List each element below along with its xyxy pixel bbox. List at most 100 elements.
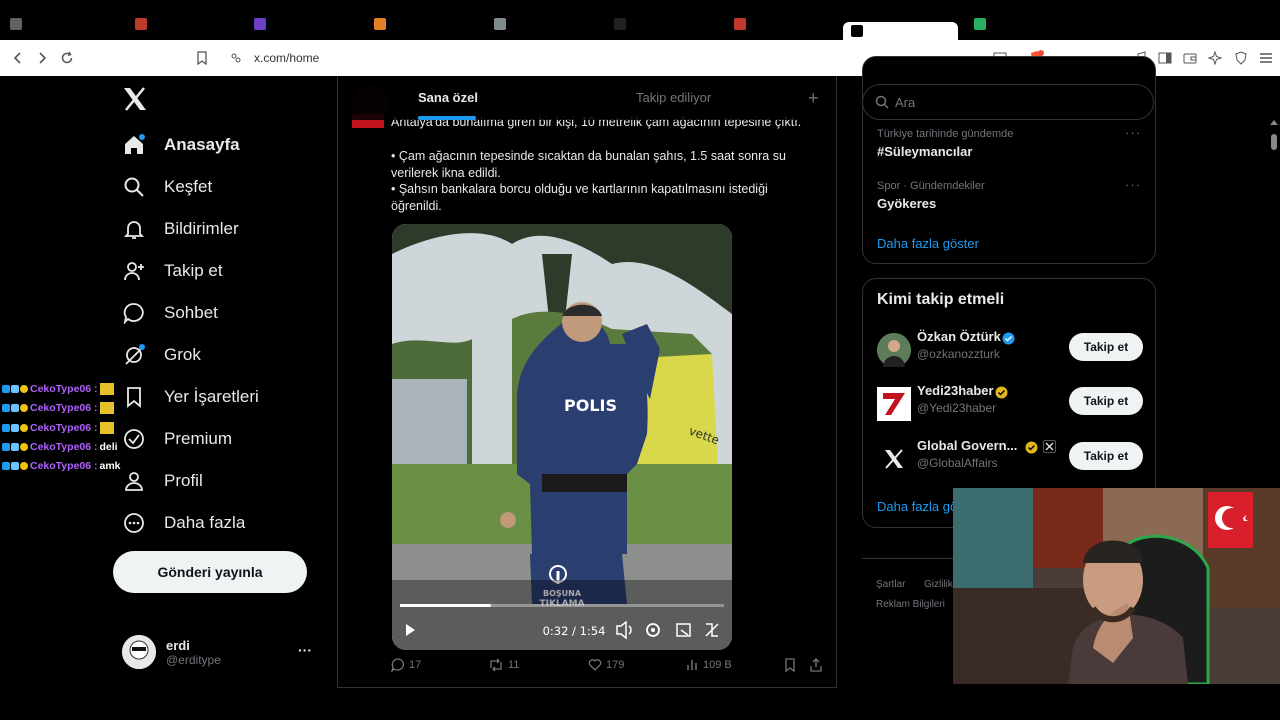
follow-button[interactable]: Takip et: [1069, 442, 1143, 470]
repost-button[interactable]: 11: [488, 658, 519, 672]
scroll-up-icon[interactable]: [1270, 120, 1278, 125]
chat-message: CekoType06 :: [2, 400, 114, 416]
nav-item-profile[interactable]: Profil: [122, 465, 203, 497]
bell-icon: [122, 218, 146, 240]
trend-name[interactable]: Gyökeres: [877, 196, 936, 211]
browser-tab[interactable]: [614, 14, 632, 34]
tweet-bullet: • Çam ağacının tepesinde sıcaktan da bun…: [391, 149, 786, 180]
nav-item-follow[interactable]: Takip et: [122, 255, 223, 287]
search-icon: [122, 176, 146, 198]
nav-item-chat[interactable]: Sohbet: [122, 297, 218, 329]
back-icon[interactable]: [8, 48, 28, 68]
reload-icon[interactable]: [57, 48, 77, 68]
tab-favicon-icon: [734, 18, 746, 30]
nav-item-more[interactable]: Daha fazla: [122, 507, 245, 539]
x-favicon-icon: [851, 25, 863, 37]
address-bar[interactable]: x.com/home: [254, 51, 319, 65]
chat-badges-icon: [2, 424, 28, 432]
follow-button[interactable]: Takip et: [1069, 387, 1143, 415]
trend-more-icon[interactable]: ···: [1125, 125, 1141, 140]
trend-more-icon[interactable]: ···: [1125, 177, 1141, 192]
nav-item-premium[interactable]: Premium: [122, 423, 232, 455]
bookmark-page-icon[interactable]: [192, 48, 212, 68]
wallet-icon[interactable]: [1180, 48, 1200, 68]
trend-category: Türkiye tarihinde gündemde: [877, 128, 1014, 140]
browser-tab-active[interactable]: [843, 22, 958, 40]
search-placeholder: Ara: [895, 94, 916, 110]
x-logo-icon[interactable]: [122, 86, 148, 118]
video-time: 0:32 / 1:54: [543, 624, 606, 638]
trend-name[interactable]: #Süleymancılar: [877, 144, 972, 159]
browser-tab[interactable]: [135, 14, 153, 34]
chat-badges-icon: [2, 385, 28, 393]
trend-category: Spor · Gündemdekiler: [877, 180, 985, 192]
add-tab-icon[interactable]: +: [808, 88, 819, 109]
avatar: [122, 635, 156, 669]
browser-tab[interactable]: [734, 14, 752, 34]
trends-show-more-link[interactable]: Daha fazla göster: [877, 236, 979, 251]
share-button[interactable]: [809, 658, 823, 672]
more-icon[interactable]: ···: [298, 642, 312, 658]
affiliate-x-badge-icon: [1043, 440, 1056, 453]
reply-button[interactable]: 17: [391, 658, 421, 672]
search-input[interactable]: Ara: [862, 84, 1154, 120]
follow-button[interactable]: Takip et: [1069, 333, 1143, 361]
profile-handle: @erditype: [166, 652, 221, 667]
nav-item-bookmarks[interactable]: Yer İşaretleri: [122, 381, 259, 413]
follow-suggestion[interactable]: Yedi23haber @Yedi23haber Takip et: [877, 383, 1143, 423]
post-button[interactable]: Gönderi yayınla: [113, 551, 307, 593]
site-settings-icon[interactable]: [226, 48, 246, 68]
like-button[interactable]: 179: [588, 658, 624, 672]
browser-tab[interactable]: [10, 14, 28, 34]
footer-privacy-link[interactable]: Gizlilik: [924, 579, 953, 590]
nav-item-explore[interactable]: Keşfet: [122, 171, 212, 203]
tab-for-you[interactable]: Sana özel: [418, 90, 478, 105]
tab-favicon-icon: [614, 18, 626, 30]
account-name: Özkan Öztürk: [917, 329, 1001, 344]
heart-icon: [588, 659, 602, 671]
browser-tab[interactable]: [974, 14, 992, 34]
footer-terms-link[interactable]: Şartlar: [876, 579, 905, 590]
search-icon: [875, 95, 889, 109]
tab-following[interactable]: Takip ediliyor: [636, 90, 711, 105]
follow-suggestion[interactable]: Global Govern... @GlobalAffairs Takip et: [877, 438, 1143, 478]
timeline: Antalya'da bunalıma giren bir kişi, 10 m…: [337, 76, 837, 688]
follow-suggestion[interactable]: Özkan Öztürk @ozkanozzturk Takip et: [877, 329, 1143, 369]
account-handle: @ozkanozzturk: [917, 347, 1000, 361]
bookmark-icon: [785, 658, 795, 672]
nav-item-home[interactable]: Anasayfa: [122, 129, 240, 161]
tweet-bullet: • Şahsın bankalara borcu olduğu ve kartl…: [391, 182, 768, 213]
tweet-video[interactable]: POLIS vette BOŞUNA TIKLAMA 0:32 / 1:54: [392, 224, 732, 650]
home-icon: [122, 134, 146, 156]
tab-active-indicator: [418, 116, 476, 120]
account-handle: @GlobalAffairs: [917, 456, 998, 470]
browser-tab[interactable]: [374, 14, 392, 34]
chat-icon: [122, 302, 146, 324]
reply-icon: [391, 658, 404, 672]
forward-icon[interactable]: [32, 48, 52, 68]
menu-icon[interactable]: [1256, 48, 1276, 68]
tab-favicon-icon: [254, 18, 266, 30]
webcam-feed: [953, 488, 1280, 684]
bookmark-button[interactable]: [784, 658, 796, 672]
chat-badges-icon: [2, 404, 28, 412]
vpn-shield-icon[interactable]: [1231, 48, 1251, 68]
browser-tab[interactable]: [494, 14, 512, 34]
views-button[interactable]: 109 B: [685, 658, 732, 672]
grok-icon: [122, 344, 146, 366]
verified-badge-icon: [1002, 332, 1015, 350]
tab-favicon-icon: [974, 18, 986, 30]
footer-ads-link[interactable]: Reklam Bilgileri: [876, 599, 945, 610]
account-handle: @Yedi23haber: [917, 401, 997, 415]
timeline-tabs: Sana özel Takip ediliyor +: [338, 76, 836, 120]
nav-item-notifications[interactable]: Bildirimler: [122, 213, 239, 245]
leo-ai-icon[interactable]: [1205, 48, 1225, 68]
nav-item-grok[interactable]: Grok: [122, 339, 201, 371]
sidebar-icon[interactable]: [1155, 48, 1175, 68]
account-switcher[interactable]: erdi @erditype ···: [122, 632, 322, 672]
tweet-actions: 17 11 179 109 B: [391, 658, 823, 678]
account-name: Global Govern...: [917, 438, 1018, 453]
gold-verified-badge-icon: [995, 386, 1008, 404]
scrollbar-thumb[interactable]: [1271, 134, 1277, 150]
browser-tab[interactable]: [254, 14, 272, 34]
